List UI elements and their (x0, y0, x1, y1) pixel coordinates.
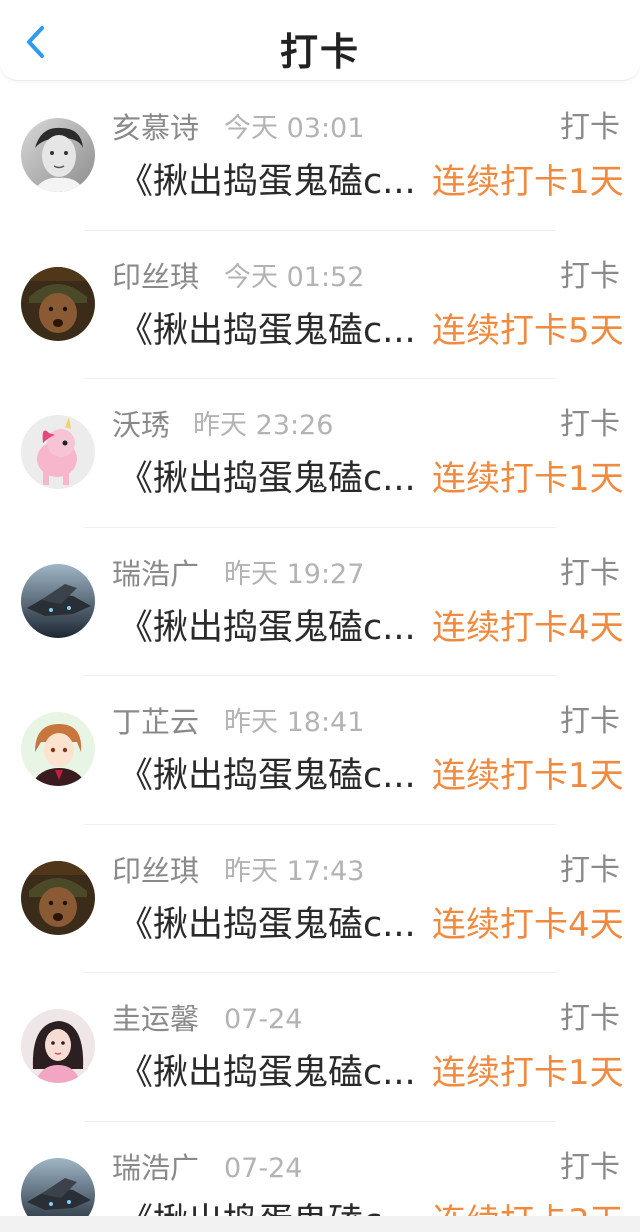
avatar-spaceship-icon (21, 563, 95, 638)
checkin-time: 昨天 17:43 (224, 855, 365, 887)
streak-label: 连续打卡5天 (432, 310, 624, 351)
checkin-page: 打卡 亥慕诗 今天 03:01 打卡 《揪出捣蛋鬼磕c... 连续打卡1天 印丝… (0, 0, 640, 1232)
list-item[interactable]: 沃琇 昨天 23:26 打卡 《揪出捣蛋鬼磕c... 连续打卡1天 (0, 379, 640, 528)
avatar[interactable] (21, 1009, 95, 1083)
page-title: 打卡 (279, 30, 360, 74)
book-title[interactable]: 《揪出捣蛋鬼磕c... (118, 903, 430, 947)
action-label: 打卡 (560, 704, 620, 739)
checkin-time: 昨天 19:27 (224, 558, 365, 590)
checkin-time: 今天 03:01 (224, 113, 365, 144)
user-name[interactable]: 沃琇 (112, 407, 170, 443)
list-item[interactable]: 瑞浩广 昨天 19:27 打卡 《揪出捣蛋鬼磕c... 连续打卡4天 (0, 528, 640, 676)
list-item[interactable]: 印丝琪 今天 01:52 打卡 《揪出捣蛋鬼磕c... 连续打卡5天 (0, 231, 640, 379)
streak-label: 连续打卡1天 (432, 162, 624, 202)
book-title[interactable]: 《揪出捣蛋鬼磕c... (118, 160, 430, 204)
avatar[interactable] (21, 860, 95, 935)
action-label: 打卡 (560, 110, 620, 145)
user-name[interactable]: 印丝琪 (112, 259, 199, 295)
action-label: 打卡 (560, 1149, 620, 1185)
streak-label: 连续打卡4天 (432, 904, 624, 945)
book-title[interactable]: 《揪出捣蛋鬼磕c... (118, 754, 430, 798)
streak-label: 连续打卡1天 (432, 1053, 624, 1093)
checkin-time: 07-24 (224, 1152, 303, 1184)
user-name[interactable]: 瑞浩广 (112, 556, 199, 592)
book-title[interactable]: 《揪出捣蛋鬼磕c... (118, 457, 430, 501)
checkin-time: 07-24 (224, 1004, 303, 1035)
action-label: 打卡 (560, 852, 620, 888)
avatar-soldier-icon (21, 266, 95, 341)
user-name[interactable]: 瑞浩广 (112, 1150, 199, 1186)
avatar-anime-girl-icon (21, 712, 95, 786)
checkin-time: 昨天 18:41 (224, 707, 365, 738)
streak-label: 连续打卡1天 (432, 756, 624, 796)
avatar-pink-unicorn-icon (21, 415, 95, 489)
avatar-girl-photo-icon (21, 1009, 95, 1083)
book-title[interactable]: 《揪出捣蛋鬼磕c... (118, 606, 430, 650)
action-label: 打卡 (560, 407, 620, 442)
checkin-time: 今天 01:52 (224, 261, 365, 293)
avatar[interactable] (21, 266, 95, 341)
avatar[interactable] (21, 415, 95, 489)
book-title[interactable]: 《揪出捣蛋鬼磕c... (118, 1051, 430, 1095)
streak-label: 连续打卡4天 (432, 607, 624, 648)
list-item[interactable]: 印丝琪 昨天 17:43 打卡 《揪出捣蛋鬼磕c... 连续打卡4天 (0, 825, 640, 973)
list-item[interactable]: 丁芷云 昨天 18:41 打卡 《揪出捣蛋鬼磕c... 连续打卡1天 (0, 676, 640, 825)
action-label: 打卡 (560, 555, 620, 591)
book-title[interactable]: 《揪出捣蛋鬼磕c... (118, 309, 430, 353)
checkin-time: 昨天 23:26 (193, 410, 334, 441)
list-item[interactable]: 亥慕诗 今天 03:01 打卡 《揪出捣蛋鬼磕c... 连续打卡1天 (0, 82, 640, 231)
avatar[interactable] (21, 563, 95, 638)
action-label: 打卡 (560, 258, 620, 294)
user-name[interactable]: 丁芷云 (112, 704, 199, 740)
avatar[interactable] (21, 118, 95, 192)
list-item[interactable]: 圭运馨 07-24 打卡 《揪出捣蛋鬼磕c... 连续打卡1天 (0, 973, 640, 1122)
user-name[interactable]: 印丝琪 (112, 853, 199, 889)
bottom-edge (0, 1216, 640, 1232)
nav-header: 打卡 (0, 0, 640, 81)
avatar-soldier-icon (21, 860, 95, 935)
streak-label: 连续打卡1天 (432, 459, 624, 499)
action-label: 打卡 (560, 1001, 620, 1036)
avatar-gray-portrait-icon (21, 118, 95, 192)
avatar[interactable] (21, 712, 95, 786)
user-name[interactable]: 亥慕诗 (112, 110, 199, 146)
checkin-list[interactable]: 亥慕诗 今天 03:01 打卡 《揪出捣蛋鬼磕c... 连续打卡1天 印丝琪 今… (0, 82, 640, 1232)
user-name[interactable]: 圭运馨 (112, 1001, 199, 1037)
